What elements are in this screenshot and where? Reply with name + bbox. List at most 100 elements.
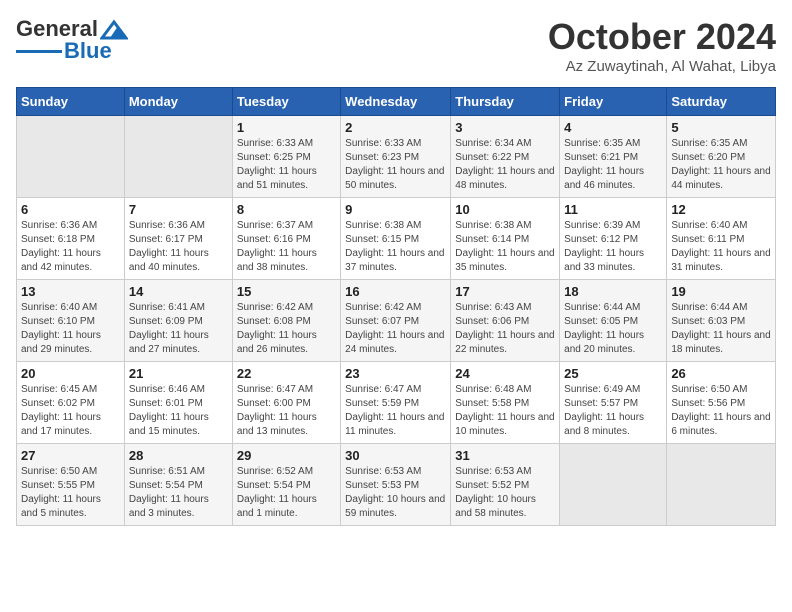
week-row-5: 27Sunrise: 6:50 AM Sunset: 5:55 PM Dayli… — [17, 444, 776, 526]
calendar-cell: 27Sunrise: 6:50 AM Sunset: 5:55 PM Dayli… — [17, 444, 125, 526]
calendar-cell: 21 Sunrise: 6:46 AM Sunset: 6:01 PM Dayli… — [124, 362, 232, 444]
day-info: Sunrise: 6:53 AM Sunset: 5:53 PM Dayligh… — [345, 465, 446, 521]
calendar-cell: 4 Sunrise: 6:35 AM Sunset: 6:21 PM Daylig… — [560, 116, 667, 198]
calendar-cell: 31 Sunrise: 6:53 AM Sunset: 5:52 PM Dayli… — [451, 444, 560, 526]
calendar-cell: 20Sunrise: 6:45 AM Sunset: 6:02 PM Dayli… — [17, 362, 125, 444]
calendar-cell — [124, 116, 232, 198]
day-number: 4 — [564, 120, 662, 135]
day-number: 15 — [237, 284, 336, 299]
calendar-cell: 1Sunrise: 6:33 AM Sunset: 6:25 PM Daylig… — [232, 116, 340, 198]
calendar-cell: 11 Sunrise: 6:39 AM Sunset: 6:12 PM Dayli… — [560, 198, 667, 280]
day-number: 6 — [21, 202, 120, 217]
calendar-cell: 23 Sunrise: 6:47 AM Sunset: 5:59 PM Dayli… — [341, 362, 451, 444]
day-number: 5 — [671, 120, 771, 135]
calendar-table: SundayMondayTuesdayWednesdayThursdayFrid… — [16, 87, 776, 526]
day-info: Sunrise: 6:36 AM Sunset: 6:17 PM Dayligh… — [129, 219, 228, 275]
day-info: Sunrise: 6:43 AM Sunset: 6:06 PM Dayligh… — [455, 301, 555, 357]
day-info: Sunrise: 6:33 AM Sunset: 6:23 PM Dayligh… — [345, 137, 446, 193]
day-number: 25 — [564, 366, 662, 381]
day-info: Sunrise: 6:46 AM Sunset: 6:01 PM Dayligh… — [129, 383, 228, 439]
day-info: Sunrise: 6:35 AM Sunset: 6:21 PM Dayligh… — [564, 137, 662, 193]
day-info: Sunrise: 6:37 AM Sunset: 6:16 PM Dayligh… — [237, 219, 336, 275]
day-info: Sunrise: 6:50 AM Sunset: 5:55 PM Dayligh… — [21, 465, 120, 521]
logo: General Blue — [16, 16, 128, 64]
day-number: 17 — [455, 284, 555, 299]
month-title: October 2024 — [548, 16, 776, 58]
day-header-monday: Monday — [124, 88, 232, 116]
calendar-cell: 9 Sunrise: 6:38 AM Sunset: 6:15 PM Daylig… — [341, 198, 451, 280]
day-info: Sunrise: 6:50 AM Sunset: 5:56 PM Dayligh… — [671, 383, 771, 439]
day-info: Sunrise: 6:35 AM Sunset: 6:20 PM Dayligh… — [671, 137, 771, 193]
day-info: Sunrise: 6:44 AM Sunset: 6:05 PM Dayligh… — [564, 301, 662, 357]
day-number: 22 — [237, 366, 336, 381]
calendar-cell: 8 Sunrise: 6:37 AM Sunset: 6:16 PM Daylig… — [232, 198, 340, 280]
calendar-cell: 16Sunrise: 6:42 AM Sunset: 6:07 PM Dayli… — [341, 280, 451, 362]
day-header-saturday: Saturday — [667, 88, 776, 116]
day-number: 18 — [564, 284, 662, 299]
calendar-cell: 18 Sunrise: 6:44 AM Sunset: 6:05 PM Dayli… — [560, 280, 667, 362]
calendar-cell: 10 Sunrise: 6:38 AM Sunset: 6:14 PM Dayli… — [451, 198, 560, 280]
day-info: Sunrise: 6:40 AM Sunset: 6:11 PM Dayligh… — [671, 219, 771, 275]
week-row-4: 20Sunrise: 6:45 AM Sunset: 6:02 PM Dayli… — [17, 362, 776, 444]
day-info: Sunrise: 6:48 AM Sunset: 5:58 PM Dayligh… — [455, 383, 555, 439]
page-header: General Blue October 2024 Az Zuwaytinah,… — [16, 16, 776, 75]
calendar-cell: 2 Sunrise: 6:33 AM Sunset: 6:23 PM Daylig… — [341, 116, 451, 198]
day-info: Sunrise: 6:38 AM Sunset: 6:15 PM Dayligh… — [345, 219, 446, 275]
day-header-thursday: Thursday — [451, 88, 560, 116]
day-number: 7 — [129, 202, 228, 217]
day-info: Sunrise: 6:47 AM Sunset: 5:59 PM Dayligh… — [345, 383, 446, 439]
day-info: Sunrise: 6:36 AM Sunset: 6:18 PM Dayligh… — [21, 219, 120, 275]
calendar-cell: 30Sunrise: 6:53 AM Sunset: 5:53 PM Dayli… — [341, 444, 451, 526]
day-info: Sunrise: 6:49 AM Sunset: 5:57 PM Dayligh… — [564, 383, 662, 439]
day-number: 24 — [455, 366, 555, 381]
day-number: 11 — [564, 202, 662, 217]
calendar-cell: 15 Sunrise: 6:42 AM Sunset: 6:08 PM Dayli… — [232, 280, 340, 362]
day-info: Sunrise: 6:51 AM Sunset: 5:54 PM Dayligh… — [129, 465, 228, 521]
day-number: 28 — [129, 448, 228, 463]
calendar-cell: 22 Sunrise: 6:47 AM Sunset: 6:00 PM Dayli… — [232, 362, 340, 444]
calendar-cell: 25 Sunrise: 6:49 AM Sunset: 5:57 PM Dayli… — [560, 362, 667, 444]
calendar-cell — [667, 444, 776, 526]
week-row-1: 1Sunrise: 6:33 AM Sunset: 6:25 PM Daylig… — [17, 116, 776, 198]
day-number: 1 — [237, 120, 336, 135]
day-info: Sunrise: 6:39 AM Sunset: 6:12 PM Dayligh… — [564, 219, 662, 275]
calendar-cell: 13 Sunrise: 6:40 AM Sunset: 6:10 PM Dayli… — [17, 280, 125, 362]
logo-blue: Blue — [64, 38, 112, 64]
day-number: 29 — [237, 448, 336, 463]
day-number: 26 — [671, 366, 771, 381]
day-info: Sunrise: 6:52 AM Sunset: 5:54 PM Dayligh… — [237, 465, 336, 521]
calendar-cell: 28 Sunrise: 6:51 AM Sunset: 5:54 PM Dayli… — [124, 444, 232, 526]
day-number: 23 — [345, 366, 446, 381]
day-number: 14 — [129, 284, 228, 299]
calendar-cell: 3Sunrise: 6:34 AM Sunset: 6:22 PM Daylig… — [451, 116, 560, 198]
day-number: 12 — [671, 202, 771, 217]
calendar-cell: 17 Sunrise: 6:43 AM Sunset: 6:06 PM Dayli… — [451, 280, 560, 362]
day-info: Sunrise: 6:38 AM Sunset: 6:14 PM Dayligh… — [455, 219, 555, 275]
day-number: 31 — [455, 448, 555, 463]
day-info: Sunrise: 6:42 AM Sunset: 6:08 PM Dayligh… — [237, 301, 336, 357]
day-number: 8 — [237, 202, 336, 217]
calendar-cell: 6 Sunrise: 6:36 AM Sunset: 6:18 PM Daylig… — [17, 198, 125, 280]
day-number: 20 — [21, 366, 120, 381]
calendar-cell — [560, 444, 667, 526]
week-row-2: 6 Sunrise: 6:36 AM Sunset: 6:18 PM Daylig… — [17, 198, 776, 280]
day-number: 10 — [455, 202, 555, 217]
calendar-cell: 24 Sunrise: 6:48 AM Sunset: 5:58 PM Dayli… — [451, 362, 560, 444]
day-header-friday: Friday — [560, 88, 667, 116]
day-number: 9 — [345, 202, 446, 217]
day-number: 19 — [671, 284, 771, 299]
day-number: 3 — [455, 120, 555, 135]
day-info: Sunrise: 6:53 AM Sunset: 5:52 PM Dayligh… — [455, 465, 555, 521]
day-number: 13 — [21, 284, 120, 299]
day-header-sunday: Sunday — [17, 88, 125, 116]
week-row-3: 13 Sunrise: 6:40 AM Sunset: 6:10 PM Dayli… — [17, 280, 776, 362]
day-number: 21 — [129, 366, 228, 381]
day-info: Sunrise: 6:47 AM Sunset: 6:00 PM Dayligh… — [237, 383, 336, 439]
calendar-cell: 7 Sunrise: 6:36 AM Sunset: 6:17 PM Daylig… — [124, 198, 232, 280]
day-number: 2 — [345, 120, 446, 135]
calendar-cell: 26 Sunrise: 6:50 AM Sunset: 5:56 PM Dayli… — [667, 362, 776, 444]
day-info: Sunrise: 6:42 AM Sunset: 6:07 PM Dayligh… — [345, 301, 446, 357]
day-info: Sunrise: 6:40 AM Sunset: 6:10 PM Dayligh… — [21, 301, 120, 357]
logo-icon — [100, 18, 128, 40]
calendar-cell: 29 Sunrise: 6:52 AM Sunset: 5:54 PM Dayli… — [232, 444, 340, 526]
